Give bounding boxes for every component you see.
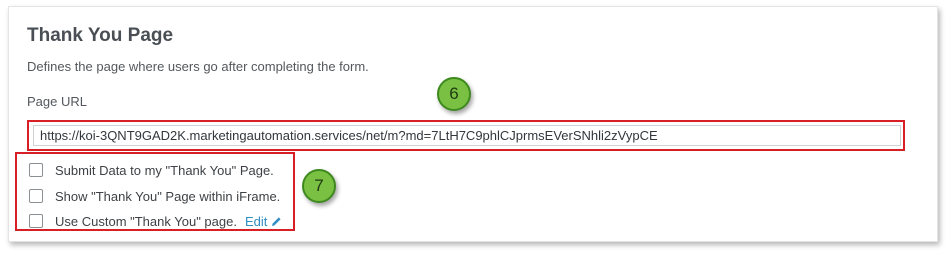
show-in-iframe-checkbox[interactable] [29, 189, 43, 203]
section-title: Thank You Page [27, 25, 174, 46]
page-url-label: Page URL [27, 94, 87, 109]
option-show-in-iframe[interactable]: Show "Thank You" Page within iFrame. [29, 186, 280, 206]
submit-data-checkbox[interactable] [29, 163, 43, 177]
page-url-highlight [27, 120, 905, 151]
show-in-iframe-label: Show "Thank You" Page within iFrame. [55, 188, 281, 204]
section-description: Defines the page where users go after co… [27, 59, 369, 74]
edit-link-label: Edit [244, 213, 268, 229]
edit-link[interactable]: Edit [245, 214, 282, 229]
use-custom-page-label: Use Custom "Thank You" page. [55, 213, 237, 229]
option-submit-data[interactable]: Submit Data to my "Thank You" Page. [29, 160, 274, 180]
pencil-icon [272, 216, 281, 226]
thank-you-page-panel: Thank You Page Defines the page where us… [8, 6, 938, 242]
page-url-input[interactable] [33, 125, 901, 146]
option-use-custom-page[interactable]: Use Custom "Thank You" page. Edit [29, 211, 282, 231]
callout-badge-6: 6 [437, 77, 471, 111]
callout-badge-7: 7 [302, 169, 336, 203]
use-custom-page-checkbox[interactable] [29, 214, 43, 228]
submit-data-label: Submit Data to my "Thank You" Page. [55, 162, 274, 178]
options-highlight: Submit Data to my "Thank You" Page. Show… [15, 152, 295, 231]
